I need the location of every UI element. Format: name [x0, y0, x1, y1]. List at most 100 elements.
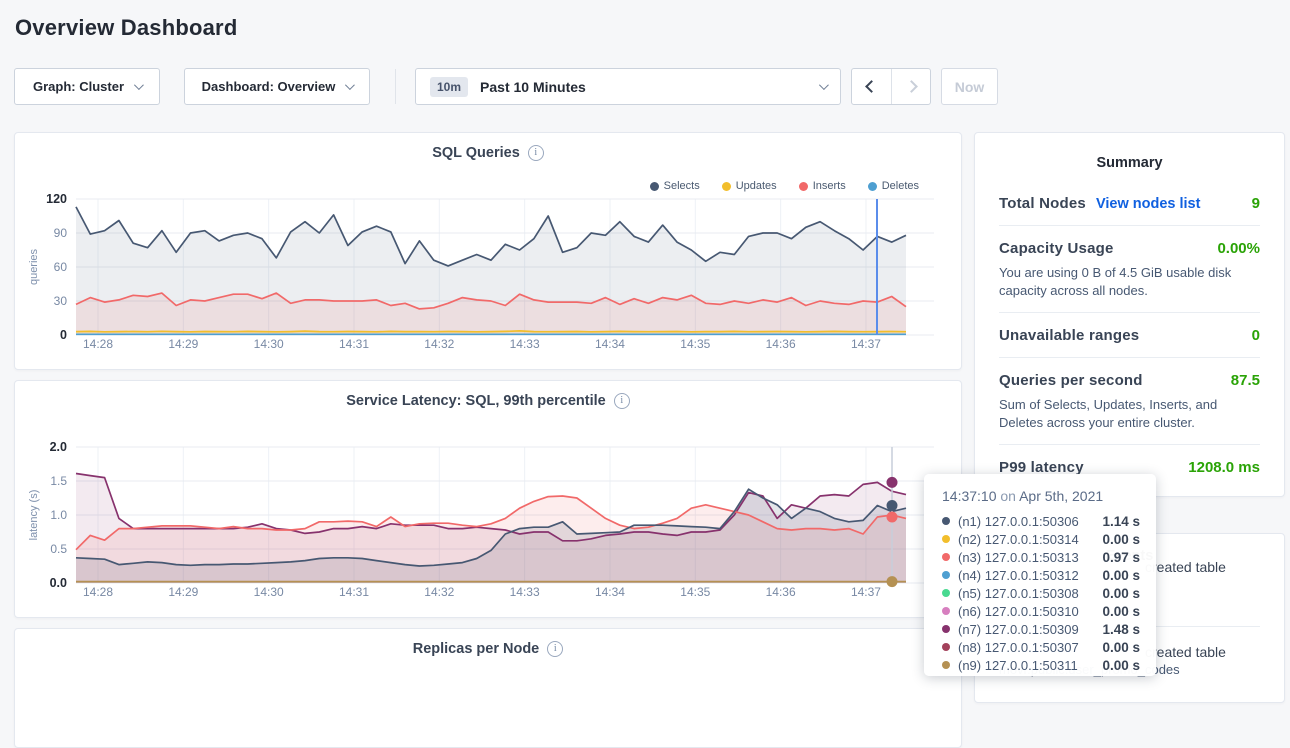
now-button[interactable]: Now [941, 68, 998, 105]
svg-text:60: 60 [54, 260, 68, 274]
svg-text:14:32: 14:32 [424, 585, 454, 599]
p99-latency-value: 1208.0 ms [1188, 459, 1260, 476]
chevron-down-icon [819, 80, 829, 90]
sql-queries-chart-card: SQL Queries i SelectsUpdatesInsertsDelet… [14, 132, 962, 370]
node-address: (n5) 127.0.0.1:50308 [958, 586, 1079, 601]
time-range-dropdown[interactable]: 10m Past 10 Minutes [415, 68, 841, 105]
capacity-usage-description: You are using 0 B of 4.5 GiB usable disk… [999, 257, 1260, 299]
svg-text:14:30: 14:30 [254, 585, 284, 599]
tooltip-node-row: (n9) 127.0.0.1:50311 0.00 s [942, 656, 1140, 674]
node-color-dot [942, 607, 950, 615]
svg-text:14:32: 14:32 [424, 337, 454, 351]
chevron-left-icon [865, 80, 878, 93]
summary-row-unavailable-ranges: Unavailable ranges 0 [999, 312, 1260, 357]
total-nodes-value: 9 [1252, 195, 1260, 212]
node-latency-value: 0.00 s [1102, 604, 1140, 619]
node-color-dot [942, 535, 950, 543]
svg-text:queries: queries [28, 248, 40, 285]
node-latency-value: 1.48 s [1102, 622, 1140, 637]
tooltip-node-row: (n6) 127.0.0.1:50310 0.00 s [942, 602, 1140, 620]
toolbar-divider [395, 69, 396, 104]
svg-text:90: 90 [54, 226, 68, 240]
info-icon[interactable]: i [547, 641, 563, 657]
svg-text:2.0: 2.0 [50, 440, 67, 454]
service-latency-chart-card: Service Latency: SQL, 99th percentile i … [14, 380, 962, 618]
svg-text:14:34: 14:34 [595, 585, 625, 599]
node-color-dot [942, 625, 950, 633]
graph-dropdown[interactable]: Graph: Cluster [14, 68, 160, 105]
node-address: (n1) 127.0.0.1:50306 [958, 514, 1079, 529]
summary-row-qps: Queries per second 87.5 Sum of Selects, … [999, 357, 1260, 444]
svg-text:14:31: 14:31 [339, 337, 369, 351]
tooltip-node-row: (n5) 127.0.0.1:503080.00 s [942, 584, 1140, 602]
node-color-dot [942, 661, 950, 669]
chevron-down-icon [345, 80, 355, 90]
event-item-text[interactable]: created table [1145, 559, 1226, 575]
unavailable-ranges-value: 0 [1252, 327, 1260, 344]
total-nodes-label: Total Nodes [999, 195, 1086, 212]
svg-text:1.0: 1.0 [50, 508, 67, 522]
dashboard-dropdown-label: Dashboard: Overview [202, 79, 336, 94]
time-range-badge: 10m [430, 77, 468, 97]
svg-text:14:34: 14:34 [595, 337, 625, 351]
summary-title: Summary [999, 133, 1260, 181]
node-color-dot [942, 517, 950, 525]
capacity-usage-value: 0.00% [1217, 240, 1260, 257]
time-step-group [851, 68, 931, 105]
summary-row-capacity: Capacity Usage 0.00% You are using 0 B o… [999, 225, 1260, 312]
service-latency-chart[interactable]: 14:28 14:29 14:30 14:31 14:32 14:33 14:34 14:35… [15, 381, 963, 619]
svg-text:14:29: 14:29 [168, 585, 198, 599]
svg-text:14:35: 14:35 [680, 585, 710, 599]
time-step-forward-button[interactable] [891, 69, 930, 104]
qps-label: Queries per second [999, 372, 1143, 389]
time-step-back-button[interactable] [852, 69, 891, 104]
node-latency-value: 0.00 s [1102, 658, 1140, 673]
svg-text:14:33: 14:33 [510, 337, 540, 351]
svg-text:14:33: 14:33 [510, 585, 540, 599]
node-color-dot [942, 553, 950, 561]
svg-text:14:31: 14:31 [339, 585, 369, 599]
node-address: (n3) 127.0.0.1:50313 [958, 550, 1079, 565]
svg-text:0.0: 0.0 [50, 576, 67, 590]
node-color-dot [942, 571, 950, 579]
summary-row-total-nodes: Total Nodes View nodes list 9 [999, 181, 1260, 225]
svg-text:14:37: 14:37 [851, 337, 881, 351]
svg-text:1.5: 1.5 [50, 474, 67, 488]
svg-text:30: 30 [54, 294, 68, 308]
qps-description: Sum of Selects, Updates, Inserts, and De… [999, 389, 1260, 431]
svg-text:0: 0 [60, 328, 67, 342]
toolbar: Graph: Cluster Dashboard: Overview 10m P… [0, 68, 1290, 105]
node-color-dot [942, 589, 950, 597]
capacity-usage-label: Capacity Usage [999, 240, 1114, 257]
sql-queries-chart[interactable]: 14:2814:2914:3014:3114:3214:3314:3414:35… [15, 133, 963, 371]
replicas-chart-card: Replicas per Node i [14, 628, 962, 748]
svg-text:14:37: 14:37 [851, 585, 881, 599]
node-address: (n9) 127.0.0.1:50311 [958, 658, 1078, 673]
view-nodes-list-link[interactable]: View nodes list [1096, 196, 1201, 212]
replicas-chart-title: Replicas per Node [413, 641, 540, 657]
svg-text:14:28: 14:28 [83, 337, 113, 351]
qps-value: 87.5 [1231, 372, 1260, 389]
tooltip-node-row: (n1) 127.0.0.1:50306 1.14 s [942, 512, 1140, 530]
svg-text:14:28: 14:28 [83, 585, 113, 599]
node-latency-value: 1.14 s [1102, 514, 1140, 529]
svg-text:14:36: 14:36 [766, 585, 796, 599]
time-range-label: Past 10 Minutes [480, 79, 586, 95]
svg-text:14:35: 14:35 [680, 337, 710, 351]
unavailable-ranges-label: Unavailable ranges [999, 327, 1139, 344]
svg-text:0.5: 0.5 [50, 542, 67, 556]
dashboard-dropdown[interactable]: Dashboard: Overview [184, 68, 370, 105]
tooltip-node-row: (n7) 127.0.0.1:503091.48 s [942, 620, 1140, 638]
chevron-down-icon [134, 80, 144, 90]
chevron-right-icon [905, 80, 918, 93]
node-color-dot [942, 643, 950, 651]
node-address: (n8) 127.0.0.1:50307 [958, 640, 1079, 655]
event-item-text[interactable]: created table [1145, 644, 1226, 660]
svg-text:14:29: 14:29 [168, 337, 198, 351]
node-address: (n6) 127.0.0.1:50310 [958, 604, 1079, 619]
node-latency-value: 0.00 s [1102, 640, 1140, 655]
svg-text:14:36: 14:36 [766, 337, 796, 351]
node-address: (n2) 127.0.0.1:50314 [958, 532, 1079, 547]
node-latency-value: 0.97 s [1102, 550, 1140, 565]
page-title: Overview Dashboard [15, 15, 237, 41]
